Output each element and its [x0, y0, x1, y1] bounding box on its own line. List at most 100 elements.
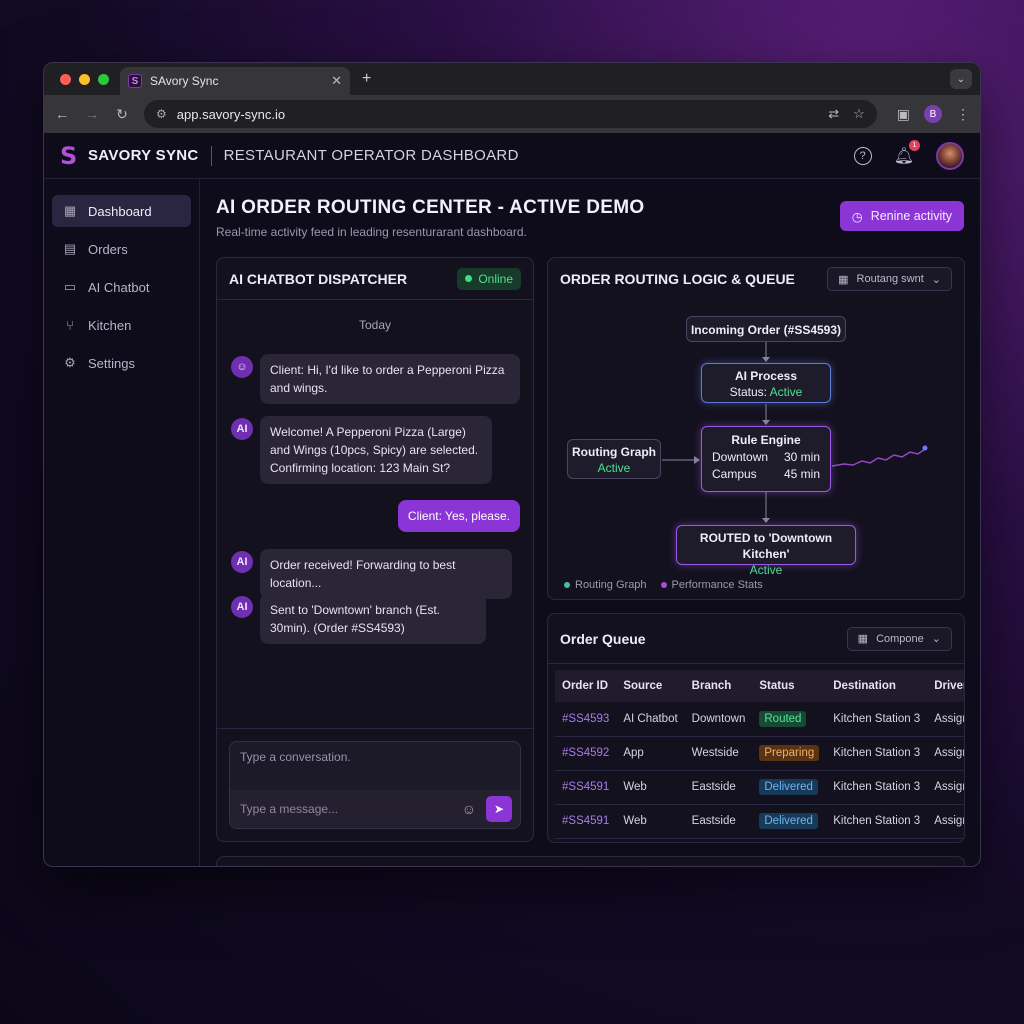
maximize-window-button[interactable] — [98, 74, 109, 85]
chatbot-panel: AI CHATBOT DISPATCHER Online Today ☺ Cli… — [216, 257, 534, 842]
order-driver: Assigning — [927, 702, 964, 737]
column-header[interactable]: Source — [616, 670, 685, 702]
tab-strip: S SAvory Sync ✕ + ⌄ — [44, 63, 980, 95]
sidebar-item-label: Kitchen — [88, 317, 132, 333]
order-destination: Kitchen Station 3 — [826, 804, 928, 839]
browser-tab[interactable]: S SAvory Sync ✕ — [120, 67, 350, 95]
order-id[interactable]: #SS4592 — [555, 736, 617, 771]
order-source: Web — [616, 804, 685, 839]
panel-title: Order Queue — [560, 630, 646, 647]
chat-message: Welcome! A Pepperoni Pizza (Large) and W… — [260, 416, 492, 484]
online-status-badge: Online — [457, 267, 521, 290]
branch-name: Campus — [712, 467, 757, 481]
order-destination: Kitchen Station 3 — [826, 770, 928, 805]
chevron-down-icon: ⌄ — [931, 633, 941, 645]
bookmark-star-icon[interactable]: ☆ — [853, 106, 865, 122]
ai-avatar: AI — [231, 551, 253, 573]
branch-time: 45 min — [783, 467, 820, 481]
branch-name: Downtown — [712, 450, 769, 464]
order-status-cell: Routed — [752, 702, 827, 737]
send-button[interactable]: ➤ — [486, 796, 512, 822]
sidebar-item-dashboard[interactable]: ▦ Dashboard — [52, 195, 191, 227]
table-row[interactable]: #SS4593 AI Chatbot Downtown Routed Kitch… — [555, 702, 964, 737]
order-id[interactable]: #SS4591 — [555, 804, 617, 839]
status-badge: Delivered — [759, 813, 818, 829]
table-row[interactable]: #SS4591 Web Eastside Delivered Kitchen S… — [555, 804, 964, 839]
node-title: ROUTED to 'Downtown Kitchen' — [699, 531, 833, 561]
address-bar[interactable]: ⚙ app.savory-sync.io ⇄ ☆ — [144, 100, 877, 128]
user-avatar[interactable] — [936, 141, 964, 170]
notification-bell-icon[interactable]: 🔔︎ 1 — [894, 139, 920, 166]
reload-icon[interactable]: ↻ — [114, 106, 130, 123]
order-id[interactable]: #SS4593 — [555, 702, 617, 737]
notification-badge: 1 — [909, 139, 920, 151]
site-info-icon[interactable]: ⚙ — [156, 107, 167, 121]
routing-legend: Routing Graph Performance Stats — [564, 579, 763, 591]
grid-small-icon: ▦ — [857, 633, 869, 645]
browser-menu-icon[interactable]: ⋮ — [956, 106, 970, 123]
sidebar-item-orders[interactable]: ▤ Orders — [52, 233, 191, 265]
order-id[interactable]: #SS4591 — [555, 770, 617, 805]
send-icon: ➤ — [493, 802, 505, 816]
legend-label: Routing Graph — [575, 579, 647, 591]
browser-window: S SAvory Sync ✕ + ⌄ ← → ↻ ⚙ app.savory-s… — [43, 62, 981, 867]
sidepanel-icon[interactable]: ▣ — [897, 106, 910, 123]
table-row[interactable]: #SS4591 Web Eastside Delivered Kitchen S… — [555, 770, 964, 805]
queue-select[interactable]: ▦ Compone ⌄ — [846, 626, 952, 651]
incoming-order-node[interactable]: Incoming Order (#SS4593) — [686, 316, 846, 342]
column-header[interactable]: Branch — [684, 670, 753, 702]
rule-engine-node[interactable]: Rule Engine Downtown 30 min Campus 45 mi… — [701, 426, 831, 492]
legend-item: Performance Stats — [660, 579, 763, 591]
minimize-window-button[interactable] — [79, 74, 90, 85]
message-input[interactable]: Type a message... — [240, 802, 462, 816]
node-status: Active — [749, 563, 783, 577]
close-tab-icon[interactable]: ✕ — [331, 73, 342, 89]
column-header[interactable]: Destination — [826, 670, 928, 702]
order-status-cell: Delivered — [752, 804, 827, 839]
order-branch: Eastside — [684, 770, 753, 805]
app-header: S SAVORY SYNC RESTAURANT OPERATOR DASHBO… — [44, 133, 980, 179]
sidebar-item-ai-chatbot[interactable]: ▭ AI Chatbot — [52, 271, 191, 303]
node-title: AI Process — [734, 369, 798, 383]
sidebar-item-kitchen[interactable]: ⑂ Kitchen — [52, 309, 191, 341]
table-header-row: Order ID Source Branch Status Destinatio… — [555, 670, 964, 702]
help-icon[interactable]: ? — [853, 146, 872, 165]
status-badge: Routed — [759, 710, 807, 727]
ai-process-node[interactable]: AI Process Status: Active — [701, 363, 831, 403]
sidebar-item-settings[interactable]: ⚙ Settings — [52, 347, 191, 379]
clipboard-icon: ▤ — [63, 241, 77, 256]
emoji-icon[interactable]: ☺ — [462, 801, 476, 817]
column-header[interactable]: Order ID — [555, 670, 617, 702]
table-row[interactable]: #SS4592 App Westside Preparing Kitchen S… — [555, 736, 964, 771]
forward-icon[interactable]: → — [84, 106, 100, 122]
sidebar: ▦ Dashboard ▤ Orders ▭ AI Chatbot ⑂ Kitc… — [44, 179, 200, 866]
bottom-panel-edge — [216, 856, 965, 866]
column-header[interactable]: Driver — [927, 670, 964, 702]
order-source: Web — [616, 770, 685, 805]
conversation-input[interactable]: Type a conversation. — [230, 742, 520, 790]
renine-activity-button[interactable]: ◷ Renine activity — [839, 201, 964, 231]
node-title: Incoming Order (#SS4593) — [690, 323, 842, 337]
close-window-button[interactable] — [60, 74, 71, 85]
chat-icon: ▭ — [63, 279, 77, 294]
new-tab-icon[interactable]: + — [362, 70, 371, 88]
status-dot-icon — [465, 275, 473, 282]
legend-item: Routing Graph — [564, 579, 647, 591]
legend-dot-icon — [660, 582, 667, 588]
brand-name: SAVORY SYNC — [88, 147, 199, 164]
column-header[interactable]: Status — [752, 670, 827, 702]
tab-search-icon[interactable]: ⌄ — [950, 69, 972, 89]
order-branch: Eastside — [684, 804, 753, 839]
order-source: AI Chatbot — [616, 702, 685, 737]
routed-node[interactable]: ROUTED to 'Downtown Kitchen' Active — [676, 525, 856, 577]
profile-avatar[interactable]: B — [924, 105, 942, 123]
branch-time: 30 min — [783, 450, 820, 464]
routing-graph-node[interactable]: Routing Graph Active — [567, 439, 661, 479]
order-driver: Assigning — [927, 770, 964, 805]
translate-icon[interactable]: ⇄ — [828, 106, 839, 122]
back-icon[interactable]: ← — [54, 106, 70, 122]
sidebar-item-label: AI Chatbot — [88, 279, 150, 295]
sidebar-item-label: Settings — [88, 355, 135, 371]
order-driver: Assigning — [927, 804, 964, 839]
engine-row: Downtown 30 min — [712, 449, 820, 466]
